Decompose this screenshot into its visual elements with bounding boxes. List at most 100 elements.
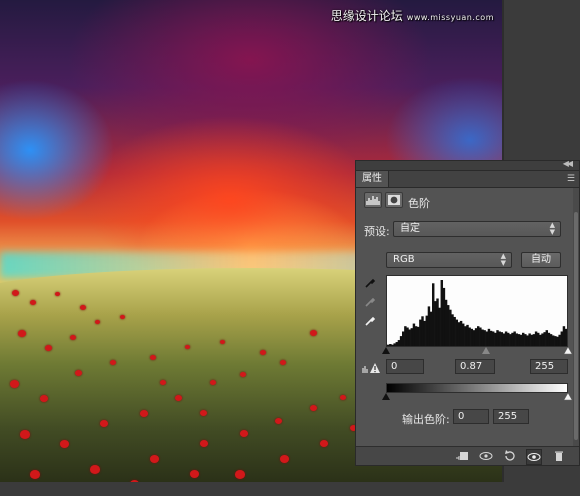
- histogram-bar: [552, 335, 555, 346]
- histogram-bar: [429, 311, 433, 346]
- histogram-bar: [402, 331, 405, 346]
- reset-icon[interactable]: [503, 449, 517, 463]
- adjustment-title: 色阶: [408, 197, 430, 210]
- histogram-bar: [502, 333, 506, 346]
- preset-label: 预设:: [364, 225, 390, 238]
- histogram-bar: [417, 326, 420, 346]
- output-black-handle: [382, 393, 390, 400]
- histogram-chart: [387, 280, 568, 346]
- histogram-bar: [545, 330, 549, 346]
- poppy-flower: [12, 290, 19, 296]
- histogram-bar: [389, 344, 392, 346]
- preset-dropdown[interactable]: 自定 ▲ ▼: [393, 221, 561, 237]
- input-gamma-field[interactable]: 0.87: [455, 359, 495, 374]
- levels-histogram: [386, 275, 568, 347]
- poppy-flower: [10, 380, 19, 388]
- poppy-flower: [45, 345, 52, 351]
- scrollbar-thumb[interactable]: [574, 212, 578, 440]
- clip-to-layer-icon[interactable]: [455, 449, 469, 463]
- histogram-bar: [517, 334, 521, 346]
- histogram-bar: [474, 328, 478, 346]
- poppy-flower: [90, 465, 100, 474]
- histogram-bar: [554, 336, 557, 346]
- panel-top-bar: ◀◀: [356, 159, 579, 171]
- histogram-bar: [504, 331, 508, 346]
- input-black-handle: [382, 347, 390, 354]
- channel-dropdown[interactable]: RGB ▲ ▼: [386, 252, 512, 268]
- panel-footer: [356, 446, 579, 465]
- histogram-bar: [412, 323, 416, 346]
- histogram-bar: [395, 342, 399, 346]
- poppy-flower: [18, 330, 26, 337]
- histogram-bar: [449, 309, 452, 346]
- histogram-bar: [532, 334, 536, 346]
- histogram-bar: [462, 323, 465, 346]
- dropdown-arrows-icon: ▲ ▼: [500, 252, 506, 267]
- trash-icon[interactable]: [552, 449, 566, 463]
- view-previous-icon[interactable]: [479, 449, 493, 463]
- poppy-flower: [20, 430, 30, 439]
- poppy-flower: [40, 395, 48, 402]
- histogram-bar: [560, 331, 564, 346]
- dropdown-arrows-icon: ▲ ▼: [549, 221, 555, 236]
- input-levels-slider[interactable]: [382, 347, 572, 355]
- histogram-bar: [530, 334, 534, 346]
- poppy-flower: [320, 440, 328, 447]
- channel-value: RGB: [393, 254, 415, 265]
- visibility-eye-icon[interactable]: [526, 449, 542, 465]
- histogram-bar: [391, 344, 394, 346]
- histogram-bar: [524, 334, 527, 346]
- histogram-bar: [498, 331, 501, 346]
- histogram-bar: [496, 330, 499, 346]
- histogram-bar: [511, 332, 514, 346]
- histogram-bar: [513, 331, 516, 346]
- panel-scrollbar[interactable]: [573, 188, 579, 447]
- histogram-bar: [522, 332, 525, 346]
- output-white-field[interactable]: 255: [493, 409, 529, 424]
- histogram-bar: [442, 287, 446, 346]
- poppy-flower: [240, 430, 248, 437]
- histogram-bar: [526, 335, 529, 346]
- output-levels-slider[interactable]: [382, 393, 572, 401]
- histogram-bar: [479, 327, 482, 346]
- histogram-bar: [434, 301, 437, 346]
- poppy-flower: [200, 410, 207, 416]
- black-point-eyedropper-icon[interactable]: [364, 277, 376, 289]
- mask-icon[interactable]: [385, 192, 403, 208]
- output-levels-label: 输出色阶:: [402, 413, 450, 426]
- warning-icon[interactable]: [362, 362, 382, 374]
- tab-properties[interactable]: 属性: [356, 171, 389, 187]
- output-white-handle: [563, 393, 572, 401]
- white-point-eyedropper-icon[interactable]: [364, 315, 376, 327]
- histogram-bar: [387, 344, 390, 346]
- histogram-bar: [404, 326, 407, 346]
- poppy-flower: [75, 370, 82, 376]
- collapse-panel-icon[interactable]: ◀◀: [563, 159, 573, 168]
- histogram-bar: [564, 328, 568, 346]
- poppy-flower: [310, 405, 317, 411]
- histogram-bar: [421, 316, 424, 346]
- histogram-bar: [541, 333, 544, 346]
- histogram-bar: [436, 298, 439, 346]
- histogram-bar: [485, 331, 489, 346]
- histogram-bar: [515, 333, 519, 346]
- input-white-field[interactable]: 255: [530, 359, 568, 374]
- watermark: 思缘设计论坛 www.missyuan.com: [331, 7, 494, 24]
- poppy-flower: [60, 440, 69, 448]
- histogram-bar: [472, 330, 476, 346]
- histogram-bar: [509, 334, 512, 346]
- output-black-field[interactable]: 0: [453, 409, 489, 424]
- gray-point-eyedropper-icon[interactable]: [364, 296, 376, 308]
- workspace-background-bottom: [0, 482, 580, 496]
- histogram-bar: [489, 330, 493, 346]
- menu-icon[interactable]: ☰: [567, 174, 575, 184]
- histogram-bar: [447, 305, 450, 346]
- auto-button[interactable]: 自动: [521, 252, 561, 268]
- histogram-icon[interactable]: [364, 192, 382, 208]
- input-black-field[interactable]: 0: [386, 359, 424, 374]
- poppy-flower: [200, 440, 208, 447]
- poppy-flower: [190, 470, 199, 478]
- histogram-bar: [408, 329, 411, 346]
- histogram-bar: [500, 332, 504, 346]
- panel-tab-row: 属性 ☰: [356, 171, 579, 188]
